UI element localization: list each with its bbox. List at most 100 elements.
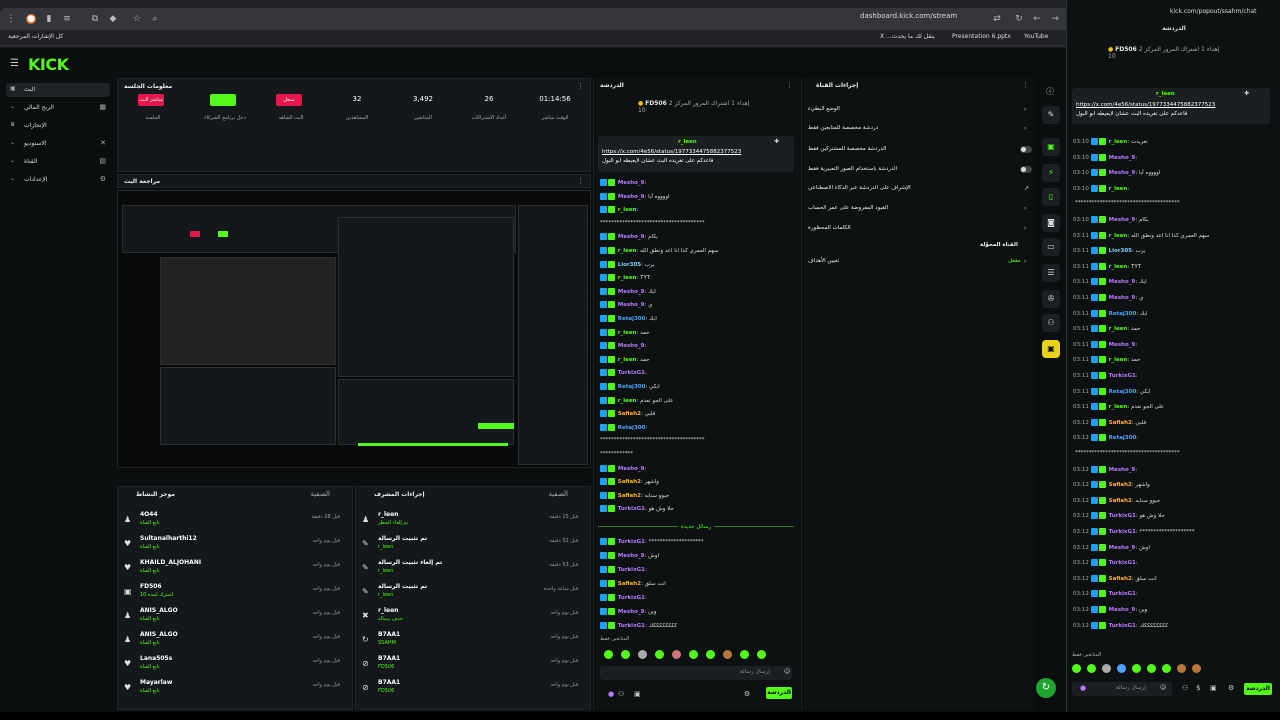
clip-icon[interactable]: ▯ xyxy=(1042,188,1060,206)
chat-message[interactable]: Lior305: يرب xyxy=(600,260,796,273)
bookmark-youtube[interactable]: YouTube xyxy=(1024,33,1048,40)
dollar-icon[interactable]: $ xyxy=(1196,684,1200,692)
gift-banner[interactable]: ● FD506 إهداء 1 اشتراك المرور المركز 2 1… xyxy=(638,100,758,120)
sidebar-item-monetization[interactable]: ⌄ الربح المالي ▦ xyxy=(6,101,110,115)
chat-username[interactable]: Retaj300 xyxy=(618,384,646,390)
sidebar-item-channel[interactable]: ⌄ القناة ▤ xyxy=(6,155,110,169)
menu-dots-icon[interactable]: ⋮ xyxy=(6,14,16,24)
chat-username[interactable]: r_leen xyxy=(618,357,637,363)
popout-chat-message[interactable]: 03:11 Retaj300: ابك xyxy=(1073,309,1273,322)
chat-username[interactable]: TurkixG1 xyxy=(1109,513,1136,519)
popout-chat-message[interactable]: 03:12 Safiah2: قلبي xyxy=(1073,418,1273,431)
chat-message[interactable]: Safiah2: انت سلق xyxy=(600,580,796,592)
more-icon[interactable]: ⋮ xyxy=(786,81,793,89)
chat-username[interactable]: TurkixG1 xyxy=(618,567,645,573)
kick-logo[interactable]: KICK xyxy=(28,55,69,74)
popout-gift-banner[interactable]: ● FD506 إهداء 1 اشتراك المرور المركز 2 1… xyxy=(1108,46,1268,70)
popout-chat-message[interactable]: 03:12 TurkixG1: حلا وش هو xyxy=(1073,512,1273,524)
chat-username[interactable]: Mesho_9 xyxy=(618,234,645,240)
chat-username[interactable]: Retaj300 xyxy=(618,316,646,322)
ai-moderation-row[interactable]: الإشراف على الدردشة عبر الذكاء الاصطناعي… xyxy=(808,185,1030,197)
chat-username[interactable]: r_leen xyxy=(618,330,637,336)
chat-username[interactable]: r_leen xyxy=(1109,139,1128,145)
chat-username[interactable]: Mesho_9 xyxy=(1109,217,1136,223)
chat-username[interactable]: Mesho_9 xyxy=(618,302,645,308)
popout-chat-message[interactable]: 03:11 r_leen: سهم العمري كذا انا اعد ونط… xyxy=(1073,231,1273,244)
chat-username[interactable]: Retaj300 xyxy=(1109,389,1137,395)
mic-icon[interactable]: ● xyxy=(1080,684,1086,692)
chat-message[interactable]: TurkixG1: ككككككككك xyxy=(600,622,796,634)
chat-message[interactable]: Mesho_9: xyxy=(600,464,796,477)
stat-partner[interactable]: دخل برنامج الشركاء xyxy=(192,91,258,131)
highlight-icon[interactable]: ▣ xyxy=(1042,340,1060,358)
address-bar[interactable]: dashboard.kick.com/stream xyxy=(860,12,990,26)
chat-username[interactable]: Mesho_9 xyxy=(1109,170,1136,176)
popout-chat-message[interactable]: 03:12 TurkixG1: ******************** xyxy=(1073,528,1273,540)
gear-icon[interactable]: ⚙ xyxy=(744,690,750,698)
chat-username[interactable]: r_leen xyxy=(618,207,637,213)
chat-message[interactable]: Mesho_9: ي xyxy=(600,301,796,313)
pin-icon[interactable]: ✚ xyxy=(774,138,779,145)
chat-username[interactable]: r_leen xyxy=(618,275,637,281)
chat-username[interactable]: TurkixG1 xyxy=(618,370,645,376)
popout-url[interactable]: kick.com/popout/ssahm/chat xyxy=(1170,8,1257,15)
popout-chat-message[interactable]: 03:11 r_leen: TYT xyxy=(1073,262,1273,275)
chat-message[interactable]: ************ xyxy=(600,451,796,463)
search-icon[interactable]: ⌕ xyxy=(150,14,160,24)
sidebar-icon[interactable]: ▮ xyxy=(44,14,54,24)
bookmark-all[interactable]: كل الإشارات المرجعية xyxy=(8,33,63,40)
popout-pinned-message[interactable]: r_leen ✚ https://x.com/4e56/status/19773… xyxy=(1072,88,1270,124)
more-icon[interactable]: ⋮ xyxy=(577,82,584,90)
bookmark-x[interactable]: X ...يتقل لك ما يحدث xyxy=(880,33,935,40)
popout-chat-message[interactable]: 03:11 Mesho_9: ي xyxy=(1073,294,1273,306)
popout-chat-message[interactable]: 03:12 Mesho_9: وين xyxy=(1073,606,1273,618)
sidebar-item-studio[interactable]: ⌄ الاستوديو ✕ xyxy=(6,137,110,151)
slow-mode-row[interactable]: الوضع البطيء › xyxy=(808,106,1030,118)
chat-username[interactable]: Mesho_9 xyxy=(1109,295,1136,301)
refresh-icon[interactable]: ↻ xyxy=(1036,678,1056,698)
chat-username[interactable]: Safiah2 xyxy=(1109,420,1132,426)
popout-chat-message[interactable]: 03:11 Retaj300: ابكي xyxy=(1073,387,1273,400)
chat-username[interactable]: Mesho_9 xyxy=(618,466,645,472)
chat-username[interactable]: Lior305 xyxy=(1109,248,1132,254)
subscribers-only-row[interactable]: الدردشة مخصصة للمشتركين فقط xyxy=(808,146,1032,158)
pin-icon[interactable]: ✚ xyxy=(1244,90,1249,97)
chat-username[interactable]: Safiah2 xyxy=(618,493,641,499)
chat-message[interactable]: Retaj300: ابك xyxy=(600,315,796,327)
chat-message[interactable]: ************************************** xyxy=(600,220,796,232)
chat-username[interactable]: r_leen xyxy=(1109,404,1128,410)
chat-username[interactable]: Safiah2 xyxy=(618,411,641,417)
popout-chat-message[interactable]: ************************************** xyxy=(1073,200,1273,212)
chat-username[interactable]: TurkixG1 xyxy=(1109,373,1136,379)
chat-message[interactable]: Mesho_9: xyxy=(600,342,796,354)
hosted-channel-row[interactable]: القناة المحوّلة xyxy=(808,242,1030,254)
chat-username[interactable]: r_leen xyxy=(1109,326,1128,332)
emote-bar[interactable] xyxy=(604,650,794,660)
chat-message[interactable]: TurkixG1: xyxy=(600,594,796,606)
forward-icon[interactable]: → xyxy=(1050,14,1060,24)
chat-username[interactable]: TurkixG1 xyxy=(1109,529,1136,535)
chat-username[interactable]: Mesho_9 xyxy=(618,180,645,186)
gift-icon[interactable]: ▣ xyxy=(634,690,641,698)
gift-icon[interactable]: ▣ xyxy=(1210,684,1217,692)
chat-username[interactable]: Mesho_9 xyxy=(1109,279,1136,285)
extensions-icon[interactable]: ⧉ xyxy=(90,14,100,24)
chat-username[interactable]: Mesho_9 xyxy=(1109,545,1136,551)
chat-message[interactable]: TurkixG1: xyxy=(600,369,796,381)
chat-message[interactable]: Retaj300: xyxy=(600,423,796,436)
chat-username[interactable]: TurkixG1 xyxy=(618,506,645,512)
chat-username[interactable]: r_leen xyxy=(1109,233,1128,239)
chat-username[interactable]: Retaj300 xyxy=(1109,435,1137,441)
stat-record[interactable]: سجل البث الشاهد xyxy=(258,91,324,131)
popout-chat-message[interactable]: 03:11 Mesho_9: xyxy=(1073,340,1273,353)
chat-username[interactable]: Mesho_9 xyxy=(1109,155,1136,161)
chat-username[interactable]: Retaj300 xyxy=(618,425,646,431)
chat-username[interactable]: Safiah2 xyxy=(1109,498,1132,504)
popout-chat-message[interactable]: 03:12 Retaj300: xyxy=(1073,434,1273,446)
popout-chat-message[interactable]: 03:12 Mesho_9: اوش xyxy=(1073,543,1273,556)
chat-username[interactable]: Safiah2 xyxy=(1109,482,1132,488)
chat-message[interactable]: Safiah2: حيوو سنايه xyxy=(600,491,796,504)
diamond-icon[interactable]: ◆ xyxy=(108,14,118,24)
chat-username[interactable]: r_leen xyxy=(1109,357,1128,363)
filter-dropdown[interactable]: الصفية xyxy=(548,490,568,498)
